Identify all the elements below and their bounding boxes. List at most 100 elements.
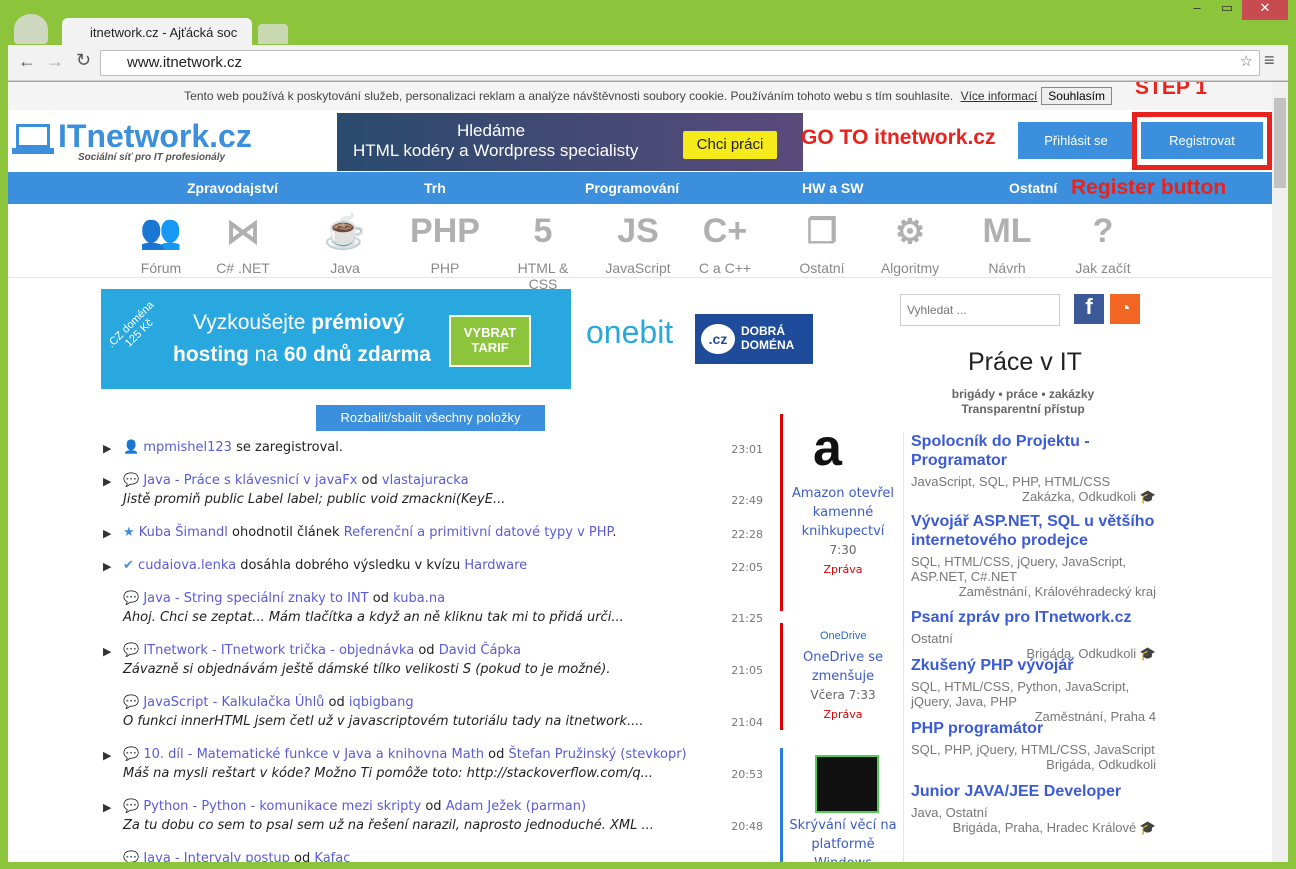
- job-title[interactable]: Spolocník do Projektu - Programator: [911, 432, 1156, 470]
- expand-icon[interactable]: ▶: [103, 645, 111, 658]
- news-title[interactable]: Amazon otevřel kamenné knihkupectví: [783, 484, 903, 541]
- feed-link[interactable]: mpmishel123: [143, 440, 232, 455]
- dobra-domena-logo[interactable]: .cz DOBRÁ DOMÉNA: [695, 314, 813, 364]
- feed-link[interactable]: iqbigbang: [349, 695, 414, 710]
- news-item[interactable]: Amazon otevřel kamenné knihkupectví 7:30 Z…: [783, 484, 903, 579]
- back-icon[interactable]: ←: [18, 51, 36, 72]
- feed-link[interactable]: Štefan Pružinský (stevkopr): [509, 747, 687, 762]
- address-bar[interactable]: www.itnetwork.cz ☆: [100, 50, 1260, 76]
- feed-link[interactable]: ITnetwork - ITnetwork trička - objednávk…: [143, 643, 414, 658]
- nav-programovani[interactable]: Programování: [585, 180, 679, 196]
- job-title[interactable]: Vývojář ASP.NET, SQL u většího interneto…: [911, 512, 1156, 550]
- category-5[interactable]: JS JavaScript: [598, 212, 678, 276]
- logo[interactable]: ITnetwork.cz Sociální síť pro IT profesi…: [12, 118, 272, 172]
- feed-link[interactable]: Python - Python - komunikace mezi skript…: [143, 799, 421, 814]
- feed-link[interactable]: Java - Práce s klávesnicí v javaFx: [143, 473, 357, 488]
- feed-text: od: [368, 591, 394, 606]
- feed-link[interactable]: Java - Intervaly postup: [143, 851, 290, 862]
- expand-icon[interactable]: ▶: [103, 749, 111, 762]
- category-7[interactable]: ❐ Ostatní: [782, 212, 862, 276]
- amazon-logo[interactable]: a: [813, 418, 842, 478]
- category-9[interactable]: ML Návrh: [967, 212, 1047, 276]
- close-button[interactable]: ✕: [1242, 0, 1288, 20]
- feed-link[interactable]: Adam Ježek (parman): [446, 799, 586, 814]
- toggle-all-button[interactable]: Rozbalit/sbalit všechny položky: [316, 405, 545, 431]
- expand-icon[interactable]: ▶: [103, 560, 111, 573]
- cz-badge: .cz: [701, 324, 735, 354]
- news-thumbnail[interactable]: [815, 755, 879, 813]
- feed-link[interactable]: cudaiova.lenka: [138, 558, 236, 573]
- expand-icon[interactable]: ▶: [103, 442, 111, 455]
- job-title[interactable]: Junior JAVA/JEE Developer: [911, 782, 1156, 801]
- category-10[interactable]: ? Jak začít: [1063, 212, 1143, 276]
- nav-ostatni[interactable]: Ostatní: [1009, 180, 1057, 196]
- feed-link[interactable]: vlastajuracka: [382, 473, 469, 488]
- feed-link[interactable]: Java - String speciální znaky to INT: [143, 591, 368, 606]
- ad-tariff-button[interactable]: VYBRAT TARIF: [449, 315, 531, 367]
- rss-icon[interactable]: ◔: [1110, 294, 1140, 324]
- register-button[interactable]: Registrovat: [1141, 122, 1263, 159]
- feed-link[interactable]: kuba.na: [393, 591, 445, 606]
- job-item: Psaní zpráv pro ITnetwork.cz Ostatní Brigá…: [911, 608, 1156, 661]
- job-item: PHP programátor SQL, PHP, jQuery, HTML/CS…: [911, 719, 1156, 772]
- nav-trh[interactable]: Trh: [424, 180, 446, 196]
- cookie-agree-button[interactable]: Souhlasím: [1041, 87, 1112, 105]
- expand-icon[interactable]: ▶: [103, 527, 111, 540]
- onebit-logo[interactable]: onebit: [586, 314, 673, 351]
- facebook-icon[interactable]: f: [1074, 294, 1104, 324]
- category-4[interactable]: 5 HTML & CSS: [503, 212, 583, 292]
- reload-icon[interactable]: ↻: [76, 50, 91, 71]
- feed-time: 22:05: [731, 561, 763, 574]
- job-title[interactable]: Psaní zpráv pro ITnetwork.cz: [911, 608, 1156, 627]
- expand-icon[interactable]: ▶: [103, 475, 111, 488]
- job-banner[interactable]: Hledáme HTML kodéry a Wordpress speciali…: [337, 113, 803, 171]
- news-title[interactable]: Skrývání věcí na platformě Windows: [783, 816, 903, 862]
- job-title[interactable]: PHP programátor: [911, 719, 1156, 738]
- category-icon: ML: [982, 212, 1032, 250]
- hosting-ad[interactable]: .CZ doména 125 Kč Vyzkoušejte prémiový h…: [101, 289, 571, 389]
- feed-link[interactable]: Kuba Šimandl: [139, 525, 228, 540]
- cookie-more-link[interactable]: Více informací: [961, 89, 1038, 103]
- feed-text: dosáhla dobrého výsledku v kvízu: [236, 558, 465, 573]
- feed-item: ▶ 💬 10. díl - Matematické funkce v Java …: [103, 747, 763, 787]
- maximize-button[interactable]: ▭: [1212, 0, 1242, 20]
- browser-tab[interactable]: itnetwork.cz - Ajťácká soc: [62, 18, 252, 46]
- category-0[interactable]: 👥 Fórum: [121, 212, 201, 276]
- menu-icon[interactable]: ≡: [1264, 50, 1275, 71]
- nav-zpravodajstvi[interactable]: Zpravodajství: [187, 180, 278, 196]
- feed-item: 💬 Java - String speciální znaky to INT o…: [103, 591, 763, 631]
- new-tab-button[interactable]: [258, 24, 288, 44]
- search-input[interactable]: [900, 294, 1060, 326]
- news-item[interactable]: Skrývání věcí na platformě Windows: [783, 816, 903, 862]
- category-3[interactable]: PHP PHP: [405, 212, 485, 276]
- category-label: Ostatní: [799, 260, 845, 276]
- job-skills: SQL, HTML/CSS, Python, JavaScript, jQuer…: [911, 679, 1130, 709]
- banner-button[interactable]: Chci práci: [683, 131, 777, 159]
- category-8[interactable]: ⚙ Algoritmy: [870, 212, 950, 276]
- news-item[interactable]: OneDrive se zmenšuje Včera 7:33 Zpráva: [783, 648, 903, 724]
- login-button[interactable]: Přihlásit se: [1018, 122, 1134, 159]
- feed-link[interactable]: JavaScript - Kalkulačka Úhlů: [143, 695, 324, 710]
- category-label: PHP: [430, 260, 460, 276]
- category-6[interactable]: C+ C a C++: [685, 212, 765, 276]
- bookmark-star-icon[interactable]: ☆: [1240, 52, 1253, 70]
- annotation-goto: GO TO itnetwork.cz: [801, 126, 996, 149]
- feed-link[interactable]: 10. díl - Matematické funkce v Java a kn…: [143, 747, 484, 762]
- jobs-subtitle2: Transparentní přístup: [961, 402, 1085, 416]
- scrollbar[interactable]: [1272, 82, 1288, 862]
- feed-link[interactable]: Referenční a primitivní datové typy v PH…: [344, 525, 613, 540]
- feed-link[interactable]: Hardware: [464, 558, 527, 573]
- feed-link[interactable]: David Čápka: [439, 643, 521, 658]
- minimize-button[interactable]: –: [1182, 0, 1212, 20]
- category-2[interactable]: ☕ Java: [305, 212, 385, 276]
- feed-link[interactable]: Kafac: [314, 851, 350, 862]
- job-title[interactable]: Zkušený PHP vývojář: [911, 656, 1156, 675]
- forward-icon[interactable]: →: [46, 51, 64, 72]
- feed-time: 20:53: [731, 768, 763, 781]
- nav-hw-sw[interactable]: HW a SW: [802, 180, 863, 196]
- expand-icon[interactable]: ▶: [103, 801, 111, 814]
- news-title[interactable]: OneDrive se zmenšuje: [783, 648, 903, 686]
- category-1[interactable]: ⋈ C# .NET: [203, 212, 283, 276]
- category-icon: 👥: [139, 213, 183, 251]
- job-skills: JavaScript, SQL, PHP, HTML/CSS: [911, 474, 1111, 489]
